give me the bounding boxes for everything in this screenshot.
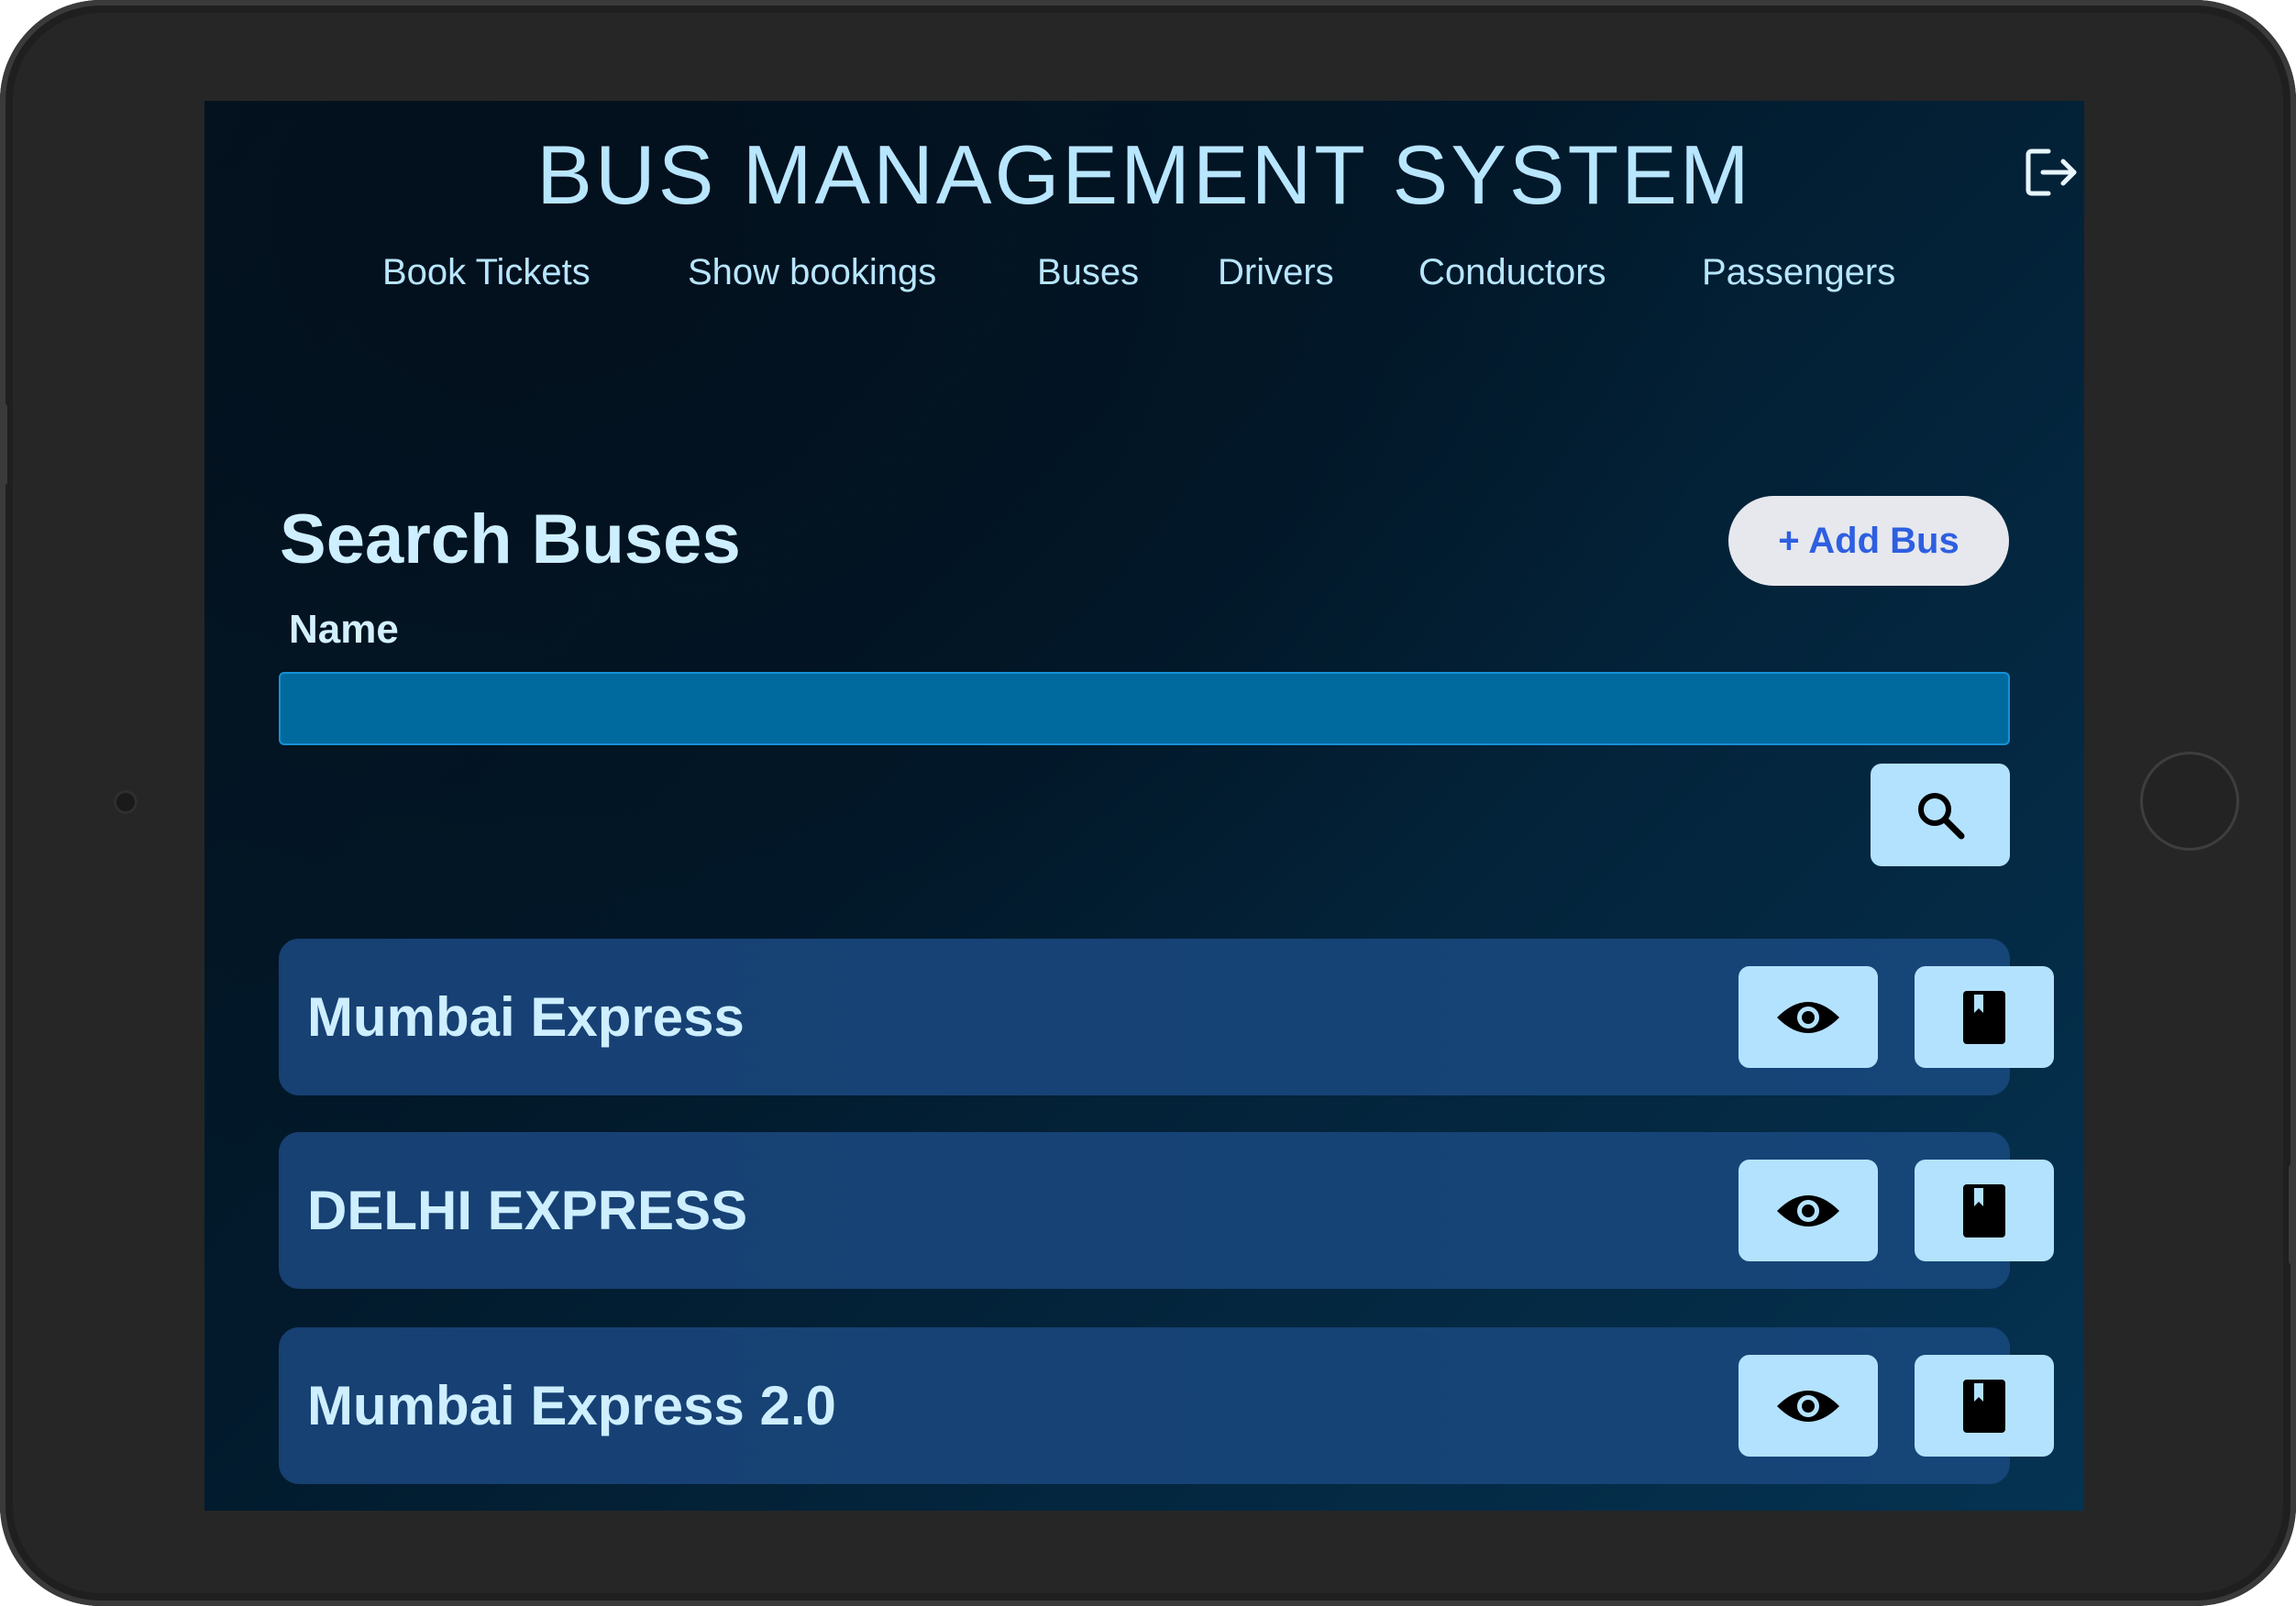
bus-list-item: Mumbai Express	[279, 939, 2054, 1095]
logout-button[interactable]	[2021, 142, 2081, 203]
book-bus-button[interactable]	[1915, 1160, 2054, 1261]
add-bus-button[interactable]: + Add Bus	[1728, 496, 2009, 586]
bus-list-item: Mumbai Express 2.0	[279, 1327, 2054, 1484]
app-title: BUS MANAGEMENT SYSTEM	[536, 129, 1752, 222]
bus-list-item: DELHI EXPRESS	[279, 1132, 2054, 1289]
front-camera	[114, 790, 138, 814]
view-bus-button[interactable]	[1739, 966, 1878, 1068]
nav-passengers[interactable]: Passengers	[1702, 252, 1895, 293]
book-icon	[1963, 1379, 2005, 1433]
eye-icon	[1777, 1001, 1839, 1033]
nav-book-tickets[interactable]: Book Tickets	[382, 252, 591, 293]
search-icon	[1918, 793, 1965, 840]
main-nav: Book Tickets Show bookings Buses Drivers…	[204, 252, 2084, 307]
book-icon	[1963, 990, 2005, 1044]
bus-name: Mumbai Express	[307, 986, 745, 1048]
view-bus-button[interactable]	[1739, 1160, 1878, 1261]
home-button[interactable]	[2140, 752, 2239, 851]
view-bus-button[interactable]	[1739, 1355, 1878, 1457]
nav-conductors[interactable]: Conductors	[1418, 252, 1606, 293]
search-button[interactable]	[1871, 764, 2010, 866]
side-button	[2289, 1164, 2296, 1265]
nav-show-bookings[interactable]: Show bookings	[688, 252, 936, 293]
eye-icon	[1777, 1194, 1839, 1226]
bus-name: DELHI EXPRESS	[307, 1180, 748, 1241]
bus-name: Mumbai Express 2.0	[307, 1375, 836, 1436]
nav-buses[interactable]: Buses	[1037, 252, 1139, 293]
search-buses-heading: Search Buses	[280, 500, 741, 578]
book-bus-button[interactable]	[1915, 966, 2054, 1068]
name-search-input[interactable]	[279, 672, 2010, 745]
nav-drivers[interactable]: Drivers	[1218, 252, 1334, 293]
book-bus-button[interactable]	[1915, 1355, 2054, 1457]
book-icon	[1963, 1183, 2005, 1238]
app-screen: BUS MANAGEMENT SYSTEM Book Tickets Show …	[204, 101, 2084, 1511]
name-field-label: Name	[289, 607, 399, 652]
side-button	[0, 403, 7, 486]
logout-icon	[2026, 148, 2077, 196]
eye-icon	[1777, 1390, 1839, 1422]
